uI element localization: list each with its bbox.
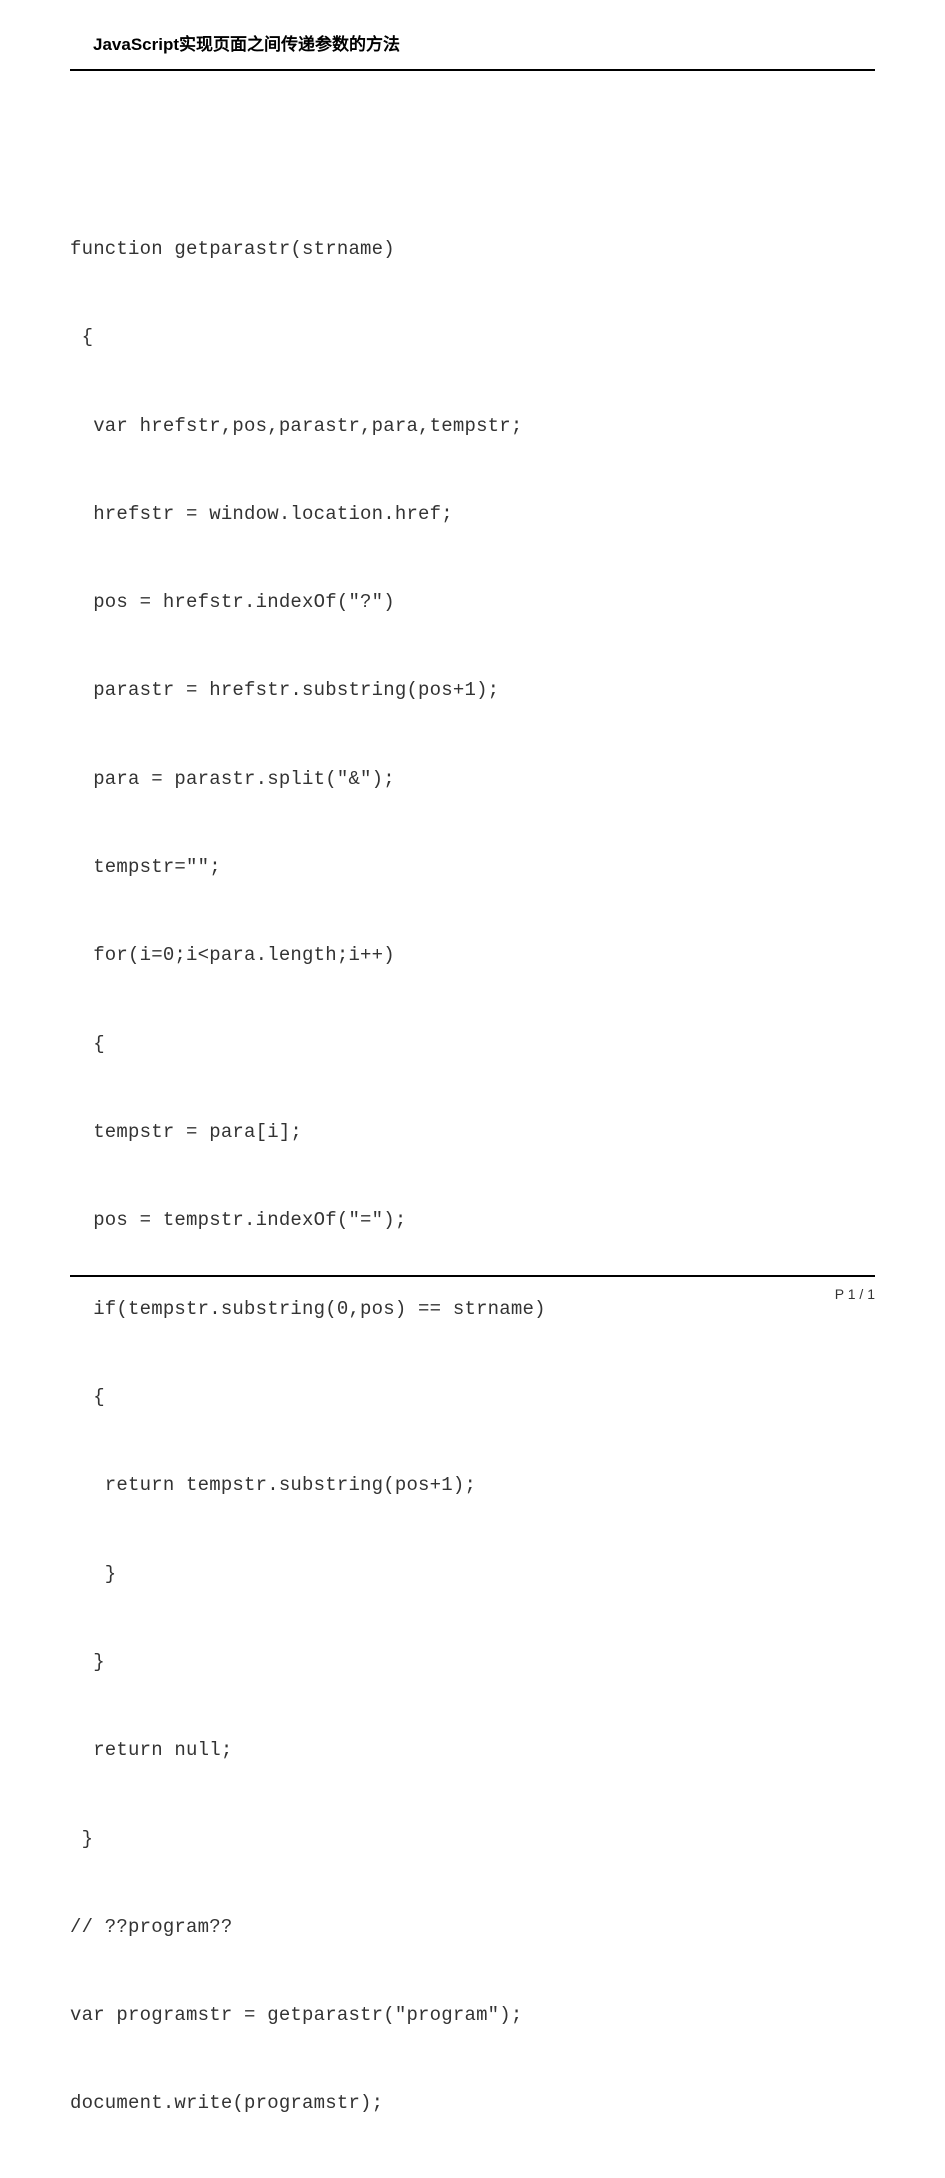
code-line: for(i=0;i<para.length;i++)	[70, 941, 875, 970]
code-line: function getparastr(strname)	[70, 235, 875, 264]
code-line: }	[70, 1648, 875, 1677]
code-line: return tempstr.substring(pos+1);	[70, 1471, 875, 1500]
code-line: return null;	[70, 1736, 875, 1765]
code-line: var programstr = getparastr("program");	[70, 2001, 875, 2030]
footer-divider	[70, 1275, 875, 1277]
code-line: hrefstr = window.location.href;	[70, 500, 875, 529]
document-content: function getparastr(strname) { var hrefs…	[70, 71, 875, 2178]
code-line: }	[70, 1825, 875, 1854]
code-line: tempstr="";	[70, 853, 875, 882]
code-line: // ??program??	[70, 1913, 875, 1942]
code-line: {	[70, 1030, 875, 1059]
code-line: {	[70, 323, 875, 352]
code-line: tempstr = para[i];	[70, 1118, 875, 1147]
page-header: JavaScript实现页面之间传递参数的方法	[70, 30, 875, 71]
code-line: {	[70, 1383, 875, 1412]
code-line: document.write(programstr);	[70, 2089, 875, 2118]
code-line: para = parastr.split("&");	[70, 765, 875, 794]
code-line: pos = tempstr.indexOf("=");	[70, 1206, 875, 1235]
page-title: JavaScript实现页面之间传递参数的方法	[70, 30, 875, 55]
code-line: parastr = hrefstr.substring(pos+1);	[70, 676, 875, 705]
code-block: function getparastr(strname) { var hrefs…	[70, 176, 875, 2178]
code-line: var hrefstr,pos,parastr,para,tempstr;	[70, 412, 875, 441]
code-line: if(tempstr.substring(0,pos) == strname)	[70, 1295, 875, 1324]
document-page: JavaScript实现页面之间传递参数的方法 function getpara…	[0, 0, 945, 1337]
page-number: P 1 / 1	[835, 1286, 875, 1302]
code-line: pos = hrefstr.indexOf("?")	[70, 588, 875, 617]
code-line: }	[70, 1560, 875, 1589]
